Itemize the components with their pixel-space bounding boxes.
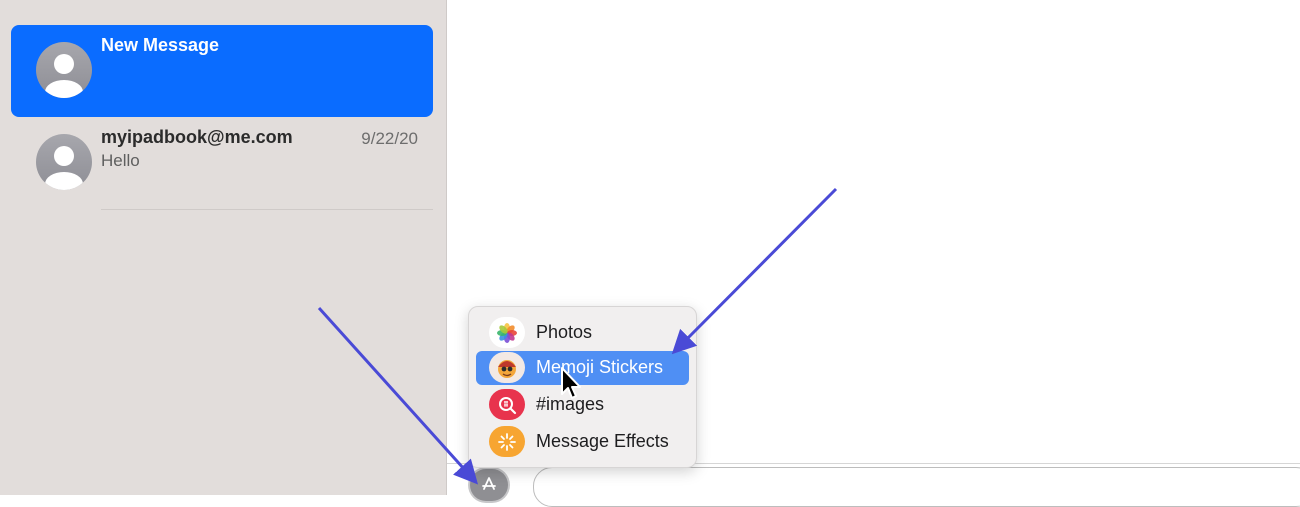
memoji-stickers-icon <box>489 352 525 383</box>
photos-icon <box>489 317 525 348</box>
mouse-cursor-icon <box>561 367 581 399</box>
message-input[interactable] <box>533 467 1300 507</box>
avatar <box>36 134 92 190</box>
menu-item-label: Message Effects <box>536 431 669 451</box>
conversation-preview: Hello <box>101 151 140 170</box>
menu-item-label: Memoji Stickers <box>536 357 664 377</box>
list-divider <box>101 209 433 210</box>
conversation-date: 9/22/20 <box>361 129 418 148</box>
menu-item-photos[interactable]: Photos <box>476 316 689 350</box>
conversation-name: New Message <box>101 35 220 55</box>
apps-button[interactable] <box>470 469 508 501</box>
avatar <box>36 42 92 98</box>
images-search-icon <box>489 389 525 420</box>
conversation-new-message[interactable]: New Message <box>11 25 433 117</box>
conversation-sidebar: New Message myipadbook@me.com 9/22/20 He… <box>0 0 447 495</box>
conversation-name: myipadbook@me.com <box>101 127 293 147</box>
menu-item-label: Photos <box>536 322 593 342</box>
message-effects-icon <box>489 426 525 457</box>
person-icon <box>45 54 83 98</box>
menu-item-message-effects[interactable]: Message Effects <box>476 425 689 459</box>
conversation-myipadbook[interactable]: myipadbook@me.com 9/22/20 Hello <box>11 117 433 209</box>
app-store-icon <box>482 477 496 490</box>
person-icon <box>45 146 83 190</box>
